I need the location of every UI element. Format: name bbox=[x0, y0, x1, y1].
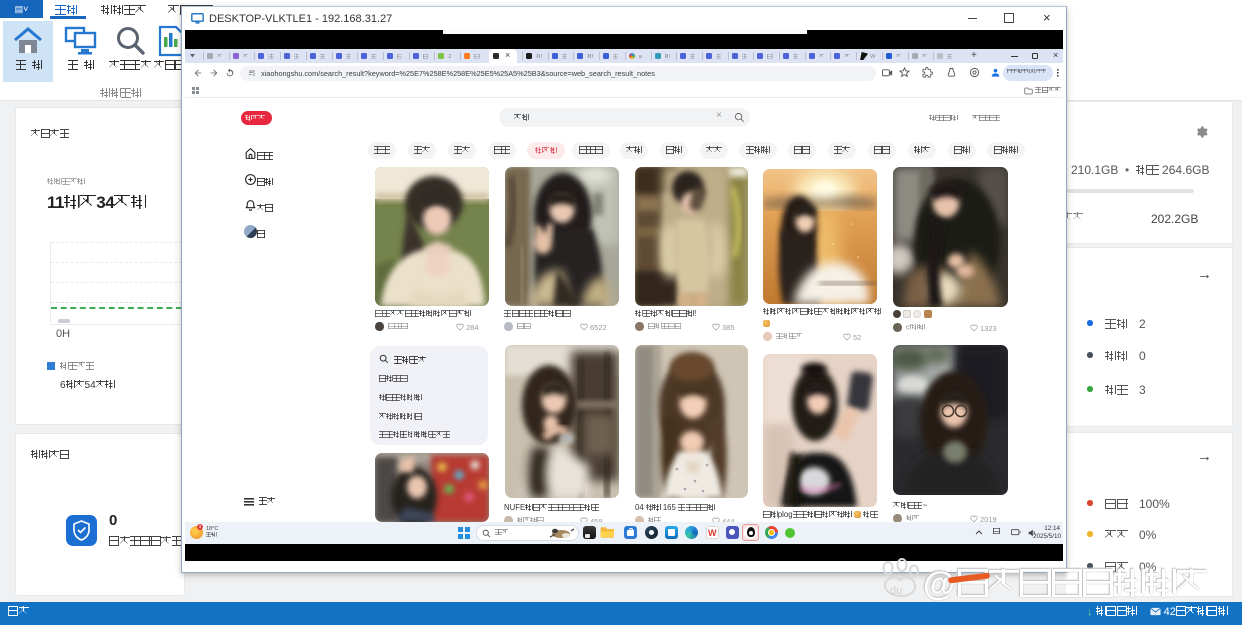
svg-text:du: du bbox=[890, 585, 902, 597]
